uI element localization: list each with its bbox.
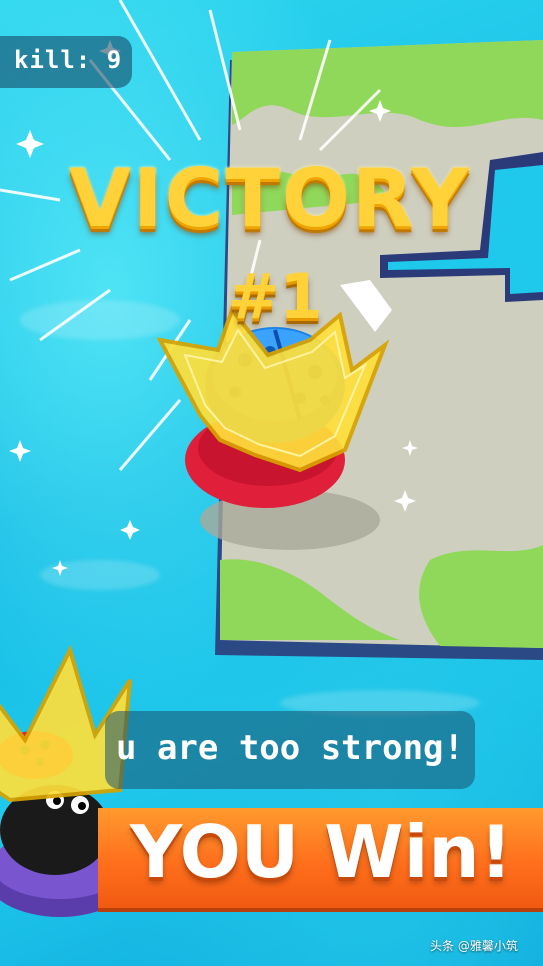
watermark-text: 头条 @雅馨小筑 (430, 939, 518, 953)
you-win-label: YOU Win! (130, 810, 513, 894)
message-text: u are too strong! (116, 728, 464, 768)
rank-label: #1 (227, 260, 323, 333)
victory-title: VICTORY (68, 152, 472, 245)
kill-counter: kill: 9 (0, 36, 132, 88)
kill-counter-label: kill: 9 (14, 46, 123, 74)
